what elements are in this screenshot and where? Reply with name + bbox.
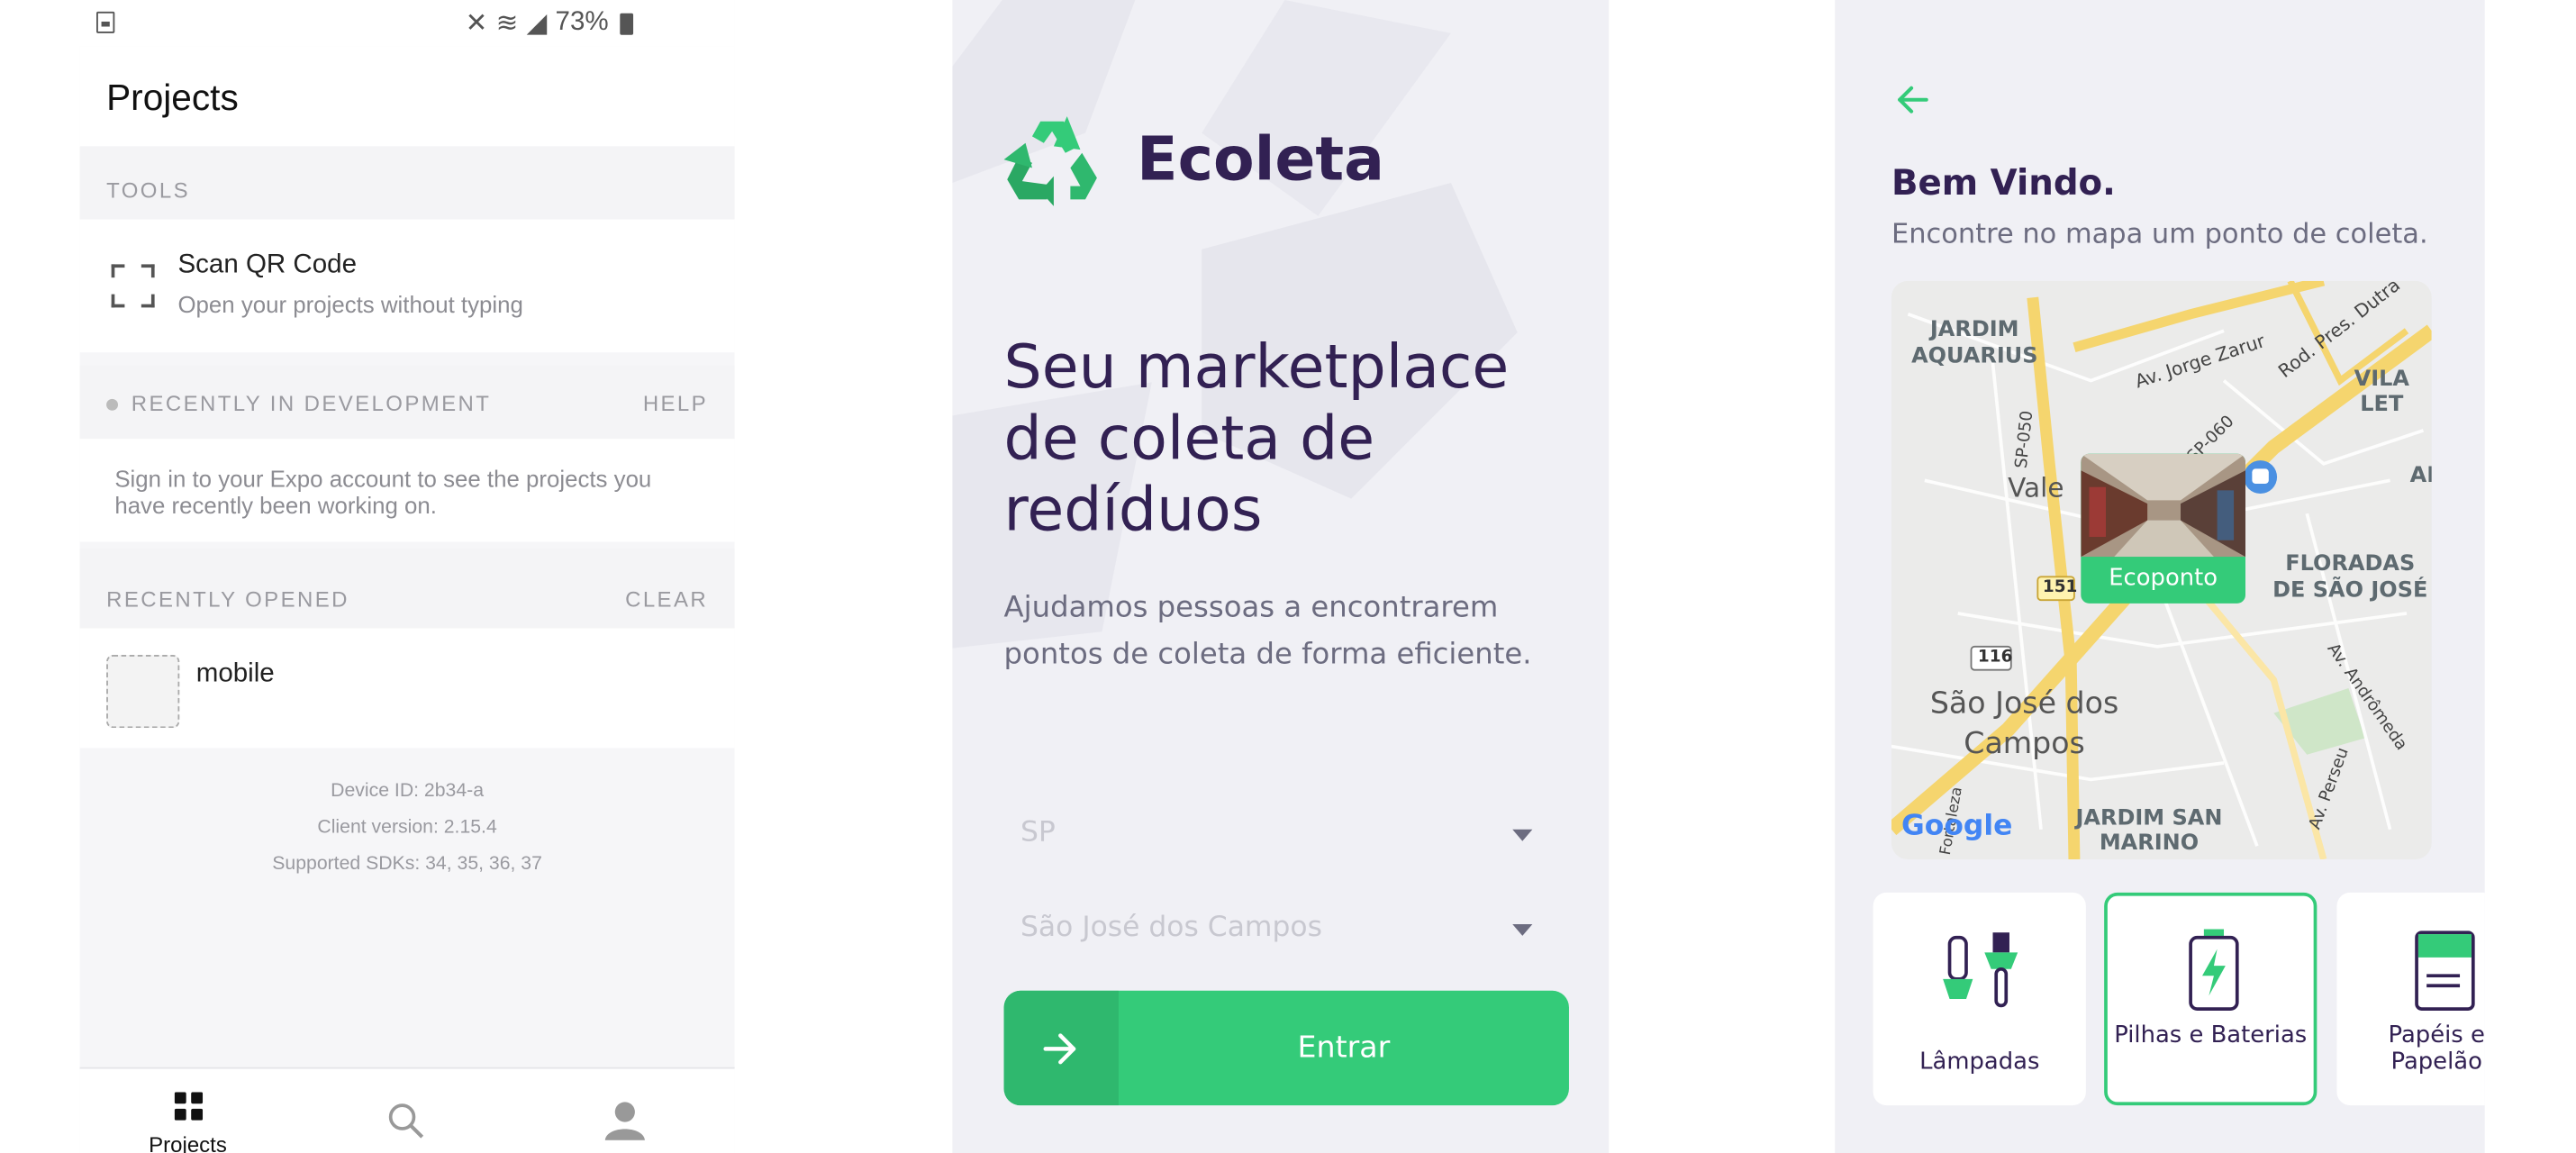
project-name: mobile — [195, 659, 275, 688]
map-label-vale: Vale — [2008, 472, 2064, 504]
item-lampadas[interactable]: Lâmpadas — [1873, 892, 2086, 1106]
map-label-san-marino: JARDIM SAN MARINO — [2075, 805, 2223, 857]
battery-icon — [2189, 929, 2239, 1011]
ecoleta-home-screen: Ecoleta Seu marketplace de coleta de red… — [952, 0, 1610, 1153]
city-select[interactable]: São José dos Campos — [1004, 887, 1569, 970]
hero-subtitle: Ajudamos pessoas a encontrarem pontos de… — [1003, 591, 1532, 672]
tab-bar: Projects — [79, 1067, 735, 1153]
tab-profile[interactable] — [517, 1069, 733, 1153]
qr-scan-icon — [111, 264, 155, 308]
recycle-logo-icon — [1003, 116, 1097, 206]
enter-button[interactable]: Entrar — [1003, 990, 1569, 1106]
caret-down-icon — [1512, 829, 1533, 841]
item-papeis[interactable]: Papéis e Papelão — [2336, 892, 2485, 1106]
search-icon — [388, 1103, 424, 1139]
uf-select-value: SP — [1020, 816, 1056, 849]
paper-icon — [2415, 931, 2475, 1011]
battery-percent: 73% — [555, 8, 609, 37]
city-select-value: São José dos Campos — [1020, 911, 1322, 945]
recently-opened-label: RECENTLY OPENED — [106, 586, 349, 613]
project-thumbnail — [106, 655, 180, 729]
welcome-subtitle: Encontre no mapa um ponto de coleta. — [1891, 217, 2428, 250]
sign-in-message: Sign in to your Expo account to see the … — [114, 465, 652, 519]
map-label-ab: AB — [2409, 463, 2432, 489]
scan-qr-row[interactable]: Scan QR Code Open your projects without … — [79, 219, 735, 353]
recent-dev-header-label: RECENTLY IN DEVELOPMENT — [131, 390, 492, 416]
expo-projects-screen: ✕ ≋ ◢ 73% Projects TOOLS Scan QR Code Op… — [0, 0, 735, 1153]
enter-icon-box — [1003, 990, 1119, 1106]
recent-dev-header-wrap: RECENTLY IN DEVELOPMENT — [106, 390, 492, 416]
tab-projects[interactable]: Projects — [80, 1069, 296, 1153]
tab-projects-label: Projects — [149, 1131, 227, 1153]
project-row-mobile[interactable]: mobile — [79, 628, 735, 749]
lamp-icon — [1943, 932, 2018, 1008]
tab-search[interactable] — [297, 1069, 513, 1153]
back-arrow-icon[interactable] — [1895, 83, 1932, 116]
map-route-116: 116 — [1977, 648, 2013, 667]
scan-qr-title: Scan QR Code — [177, 250, 358, 280]
client-version: Client version: 2.15.4 — [317, 817, 497, 839]
status-dot-icon — [106, 398, 119, 411]
tools-header-label: TOOLS — [106, 177, 190, 204]
caret-down-icon — [1512, 923, 1533, 936]
uf-select[interactable]: SP — [1004, 793, 1569, 876]
welcome-title: Bem Vindo. — [1891, 162, 2116, 204]
recently-in-development-header: RECENTLY IN DEVELOPMENT HELP — [79, 365, 735, 440]
store-photo — [2081, 453, 2246, 558]
status-icons: ✕ ≋ ◢ 73% — [466, 6, 634, 40]
google-logo: Google — [1901, 809, 2013, 843]
hero-title: Seu marketplace de coleta de redíduos — [1003, 333, 1510, 546]
signal-icon: ◢ — [526, 10, 548, 39]
item-pilhas[interactable]: Pilhas e Baterias — [2104, 892, 2317, 1106]
supported-sdks: Supported SDKs: 34, 35, 36, 37 — [272, 854, 542, 875]
gallery-notification-icon — [96, 11, 115, 33]
enter-button-label: Entrar — [1297, 1030, 1391, 1066]
map-label-floradas: FLORADAS DE SÃO JOSÉ — [2272, 551, 2428, 604]
map-route-151: 151 — [2042, 578, 2078, 597]
map-label-jardim-aquarius: JARDIM AQUARIUS — [1911, 317, 2038, 369]
recently-opened-header: RECENTLY OPENED CLEAR — [79, 548, 735, 629]
page-title: Projects — [106, 76, 239, 119]
scan-qr-subtitle: Open your projects without typing — [177, 290, 523, 318]
item-lampadas-label: Lâmpadas — [1919, 1049, 2040, 1076]
help-link[interactable]: HELP — [643, 391, 708, 416]
mute-icon: ✕ — [465, 10, 488, 39]
map-view[interactable]: JARDIM AQUARIUS VILA LET AB FLORADAS DE … — [1891, 280, 2432, 860]
map-label-sjc: São José dos Campos — [1929, 686, 2119, 762]
item-pilhas-label: Pilhas e Baterias — [2114, 1021, 2308, 1049]
user-icon — [604, 1102, 645, 1140]
item-papeis-label: Papéis e Papelão — [2388, 1021, 2485, 1076]
ecoponto-marker[interactable]: Ecoponto — [2081, 453, 2246, 604]
clear-link[interactable]: CLEAR — [625, 586, 708, 612]
header: Projects — [79, 46, 735, 147]
tools-section-header: TOOLS — [79, 146, 735, 220]
grid-icon — [174, 1092, 204, 1121]
brand-name: Ecoleta — [1137, 126, 1384, 195]
ecoleta-map-screen: Bem Vindo. Encontre no mapa um ponto de … — [1835, 0, 2485, 1153]
status-bar: ✕ ≋ ◢ 73% — [0, 0, 735, 47]
marker-label: Ecoponto — [2109, 565, 2218, 592]
device-id: Device ID: 2b34-a — [331, 781, 485, 802]
wifi-icon: ≋ — [495, 10, 519, 39]
recent-dev-message-row: Sign in to your Expo account to see the … — [79, 439, 735, 542]
battery-icon — [620, 12, 634, 34]
arrow-right-icon — [1043, 1033, 1076, 1065]
map-label-vila: VILA LET — [2354, 367, 2409, 418]
